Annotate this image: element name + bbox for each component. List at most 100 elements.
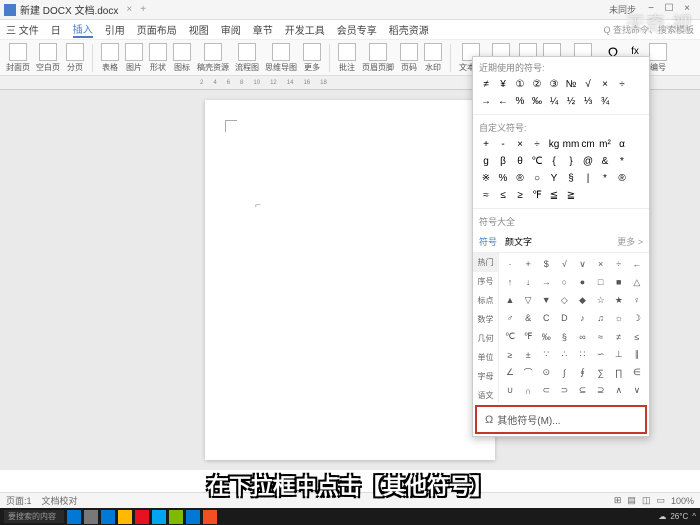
symbol-item[interactable]: ∨ bbox=[576, 257, 590, 271]
symbol-item[interactable]: ∫ bbox=[557, 366, 571, 380]
symbol-item[interactable]: ◆ bbox=[576, 293, 590, 307]
symbol-item[interactable]: ① bbox=[513, 77, 527, 91]
symbol-item[interactable]: ≠ bbox=[612, 330, 626, 344]
category-item[interactable]: 几何 bbox=[473, 329, 498, 348]
symbol-item[interactable]: ≥ bbox=[503, 348, 517, 362]
symbol-item[interactable]: ɡ bbox=[479, 154, 493, 168]
symbol-item[interactable]: ⊂ bbox=[539, 384, 553, 398]
symbol-item[interactable]: → bbox=[479, 94, 493, 108]
symbol-item[interactable]: × bbox=[598, 77, 612, 91]
symbol-item[interactable]: ∞ bbox=[576, 330, 590, 344]
symbol-item[interactable]: ∮ bbox=[576, 366, 590, 380]
symbol-item[interactable]: ※ bbox=[479, 171, 493, 185]
tool-pagenum[interactable]: 页码 bbox=[400, 43, 418, 73]
symbol-item[interactable]: ℃ bbox=[503, 330, 517, 344]
symbol-item[interactable]: ÷ bbox=[615, 77, 629, 91]
symbol-item[interactable]: ∴ bbox=[557, 348, 571, 362]
tool-more[interactable]: 更多 bbox=[303, 43, 321, 73]
symbol-item[interactable]: ▼ bbox=[539, 293, 553, 307]
symbol-item[interactable]: - bbox=[496, 137, 510, 151]
symbol-item[interactable]: ♪ bbox=[576, 311, 590, 325]
symbol-item[interactable]: ∽ bbox=[594, 348, 608, 362]
symbol-item[interactable]: △ bbox=[630, 275, 644, 289]
symbol-item[interactable]: ⅓ bbox=[581, 94, 595, 108]
view-mode-3[interactable]: ◫ bbox=[642, 495, 651, 506]
category-item[interactable]: 热门 bbox=[473, 253, 498, 272]
symbol-item[interactable]: % bbox=[513, 94, 527, 108]
symbol-item[interactable]: ⊙ bbox=[539, 366, 553, 380]
page-indicator[interactable]: 页面:1 bbox=[6, 494, 32, 507]
symbol-item[interactable]: ③ bbox=[547, 77, 561, 91]
symbol-item[interactable]: C bbox=[539, 311, 553, 325]
symbol-item[interactable]: | bbox=[581, 171, 595, 185]
view-mode-4[interactable]: ▭ bbox=[656, 495, 665, 506]
category-item[interactable]: 单位 bbox=[473, 348, 498, 367]
symbol-item[interactable]: ¥ bbox=[496, 77, 510, 91]
symbol-item[interactable]: ∠ bbox=[503, 366, 517, 380]
symbol-item[interactable]: ★ bbox=[612, 293, 626, 307]
symbol-item[interactable]: cm bbox=[581, 137, 595, 151]
menu-layout[interactable]: 页面布局 bbox=[137, 22, 177, 37]
tool-comment[interactable]: 批注 bbox=[338, 43, 356, 73]
symbol-item[interactable]: ÷ bbox=[530, 137, 544, 151]
symbol-item[interactable]: · bbox=[503, 257, 517, 271]
taskbar-app[interactable] bbox=[67, 510, 81, 524]
symbol-item[interactable]: ‰ bbox=[530, 94, 544, 108]
symbol-item[interactable]: ☽ bbox=[630, 311, 644, 325]
symbol-item[interactable]: * bbox=[598, 171, 612, 185]
symbol-item[interactable]: ⊇ bbox=[594, 384, 608, 398]
symbol-item[interactable]: + bbox=[479, 137, 493, 151]
symbol-item[interactable]: ≈ bbox=[594, 330, 608, 344]
category-item[interactable]: 数学 bbox=[473, 310, 498, 329]
symbol-item[interactable]: m² bbox=[598, 137, 612, 151]
tool-flow[interactable]: 流程图 bbox=[235, 43, 259, 73]
symbol-item[interactable]: ® bbox=[513, 171, 527, 185]
symbol-item[interactable]: & bbox=[598, 154, 612, 168]
symbol-item[interactable]: + bbox=[521, 257, 535, 271]
symbol-item[interactable]: ← bbox=[496, 94, 510, 108]
menu-view[interactable]: 视图 bbox=[189, 22, 209, 37]
symbol-item[interactable]: ⊥ bbox=[612, 348, 626, 362]
taskbar-search[interactable]: 要搜索的内容 bbox=[4, 510, 64, 523]
tab-kaomoji[interactable]: 颜文字 bbox=[505, 235, 532, 248]
symbol-item[interactable]: @ bbox=[581, 154, 595, 168]
symbol-item[interactable]: α bbox=[615, 137, 629, 151]
symbol-item[interactable]: * bbox=[615, 154, 629, 168]
menu-icon[interactable]: 日 bbox=[51, 22, 61, 37]
menu-review[interactable]: 审阅 bbox=[221, 22, 241, 37]
symbol-item[interactable]: ½ bbox=[564, 94, 578, 108]
taskbar-app[interactable] bbox=[84, 510, 98, 524]
symbol-item[interactable]: √ bbox=[557, 257, 571, 271]
symbol-item[interactable]: ◇ bbox=[557, 293, 571, 307]
category-item[interactable]: 语文 bbox=[473, 386, 498, 405]
symbol-item[interactable]: № bbox=[564, 77, 578, 91]
symbol-item[interactable]: β bbox=[496, 154, 510, 168]
other-symbols-button[interactable]: Ω 其他符号(M)... bbox=[475, 405, 647, 434]
page[interactable]: ⌐ bbox=[205, 100, 495, 460]
menu-res[interactable]: 稻壳资源 bbox=[389, 22, 429, 37]
symbol-item[interactable]: } bbox=[564, 154, 578, 168]
system-tray[interactable]: ☁ 26°C ^ bbox=[658, 512, 696, 521]
menu-section[interactable]: 章节 bbox=[253, 22, 273, 37]
symbol-item[interactable]: ♀ bbox=[630, 293, 644, 307]
symbol-item[interactable]: D bbox=[557, 311, 571, 325]
zoom-level[interactable]: 100% bbox=[671, 496, 694, 506]
symbol-item[interactable]: → bbox=[539, 275, 553, 289]
menu-dev[interactable]: 开发工具 bbox=[285, 22, 325, 37]
tool-image[interactable]: 图片 bbox=[125, 43, 143, 73]
symbol-item[interactable]: ⌒ bbox=[521, 366, 535, 380]
symbol-item[interactable]: √ bbox=[581, 77, 595, 91]
menu-file[interactable]: 三 文件 bbox=[6, 22, 39, 37]
tool-blank[interactable]: 空白页 bbox=[36, 43, 60, 73]
view-mode-1[interactable]: ⊞ bbox=[614, 495, 622, 506]
tool-resource[interactable]: 稿壳资源 bbox=[197, 43, 229, 73]
symbol-item[interactable]: ≠ bbox=[479, 77, 493, 91]
symbol-item[interactable]: ☆ bbox=[594, 293, 608, 307]
symbol-item[interactable]: × bbox=[513, 137, 527, 151]
symbol-item[interactable]: ℃ bbox=[530, 154, 544, 168]
symbol-item[interactable]: ▽ bbox=[521, 293, 535, 307]
symbol-item[interactable]: ℉ bbox=[530, 188, 544, 202]
symbol-item[interactable]: □ bbox=[594, 275, 608, 289]
proofing[interactable]: 文档校对 bbox=[42, 494, 78, 507]
tab-symbols[interactable]: 符号 bbox=[479, 235, 497, 248]
